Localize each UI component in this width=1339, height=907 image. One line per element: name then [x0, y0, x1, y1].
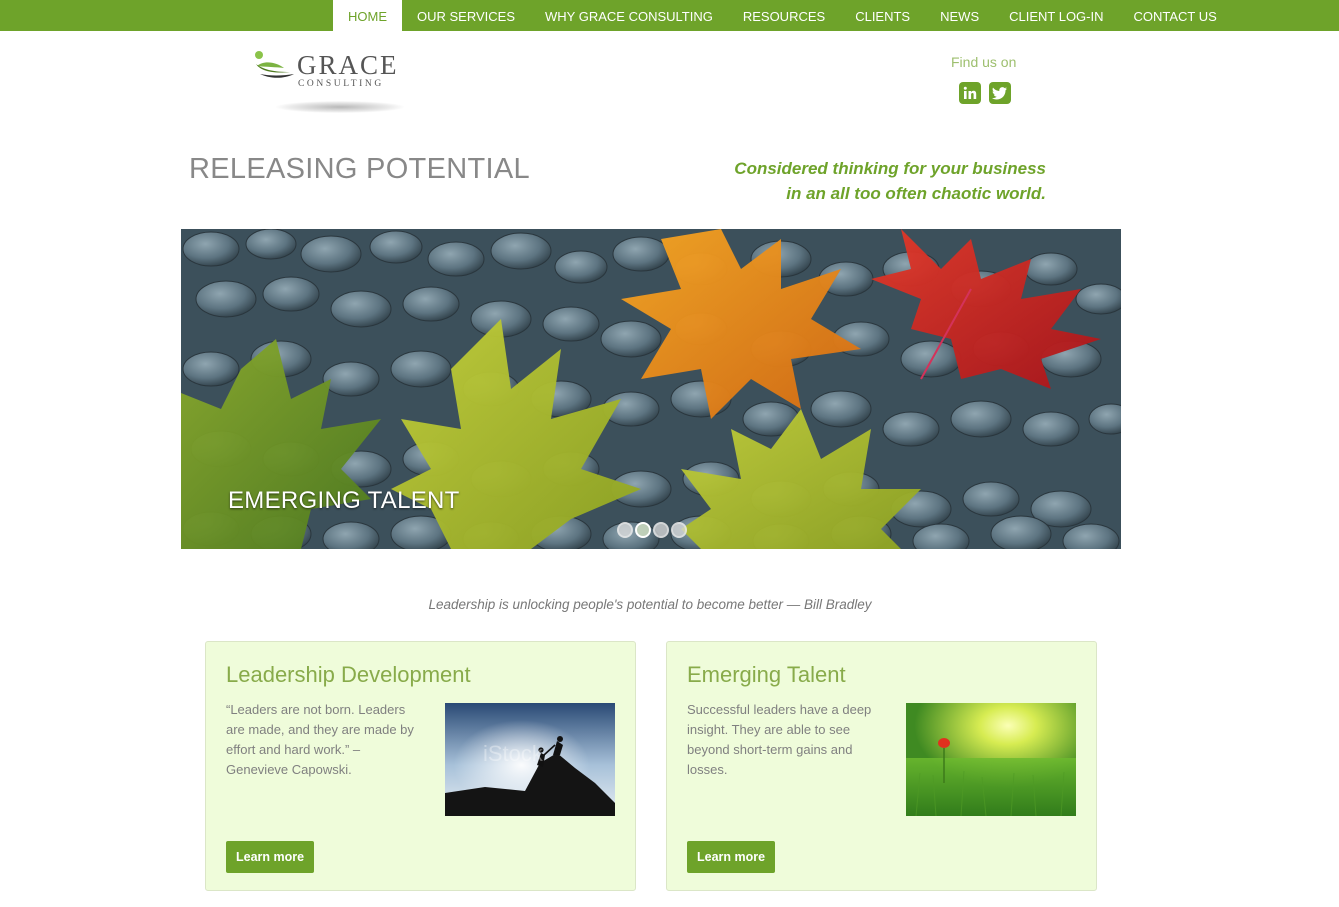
- card-image-poppy-field: [906, 703, 1076, 816]
- learn-more-button[interactable]: Learn more: [687, 841, 776, 873]
- tagline-line-2: in an all too often chaotic world.: [786, 184, 1046, 203]
- tagline: Considered thinking for your business in…: [734, 156, 1046, 206]
- nav-item-news[interactable]: NEWS: [925, 0, 994, 31]
- logo-shadow: [276, 101, 404, 113]
- page-headline: RELEASING POTENTIAL: [189, 153, 530, 185]
- nav-list: HOME OUR SERVICES WHY GRACE CONSULTING R…: [333, 0, 1232, 31]
- card-image-climbers: iStock: [445, 703, 615, 816]
- card-title: Emerging Talent: [687, 662, 846, 687]
- leaf-logo-icon: [255, 51, 294, 78]
- linkedin-icon[interactable]: [959, 82, 981, 104]
- slider-dot-3[interactable]: [653, 522, 669, 538]
- twitter-icon[interactable]: [989, 82, 1011, 104]
- slider-dots: [617, 522, 687, 538]
- find-us-label: Find us on: [951, 54, 1017, 70]
- card-title: Leadership Development: [226, 662, 471, 687]
- slider-dot-2[interactable]: [635, 522, 651, 538]
- top-nav: HOME OUR SERVICES WHY GRACE CONSULTING R…: [0, 0, 1339, 31]
- tagline-line-1: Considered thinking for your business: [734, 159, 1046, 178]
- logo-subtitle: CONSULTING: [298, 79, 384, 89]
- image-watermark: iStock: [483, 741, 544, 766]
- learn-more-button[interactable]: Learn more: [226, 841, 315, 873]
- site-logo[interactable]: GRACE CONSULTING: [254, 48, 414, 118]
- card-emerging-talent: Emerging Talent Successful leaders have …: [666, 641, 1097, 891]
- slider-dot-1[interactable]: [617, 522, 633, 538]
- nav-item-our-services[interactable]: OUR SERVICES: [402, 0, 530, 31]
- card-text: Successful leaders have a deep insight. …: [687, 702, 872, 777]
- slider-caption: EMERGING TALENT: [228, 487, 460, 514]
- nav-item-why-grace-consulting[interactable]: WHY GRACE CONSULTING: [530, 0, 728, 31]
- nav-item-home[interactable]: HOME: [333, 0, 402, 31]
- social-links: [959, 82, 1011, 104]
- card-leadership-development: Leadership Development “Leaders are not …: [205, 641, 636, 891]
- slider-dot-4[interactable]: [671, 522, 687, 538]
- logo-wordmark: GRACE: [297, 50, 399, 80]
- nav-item-contact-us[interactable]: CONTACT US: [1119, 0, 1232, 31]
- quote-text: Leadership is unlocking people's potenti…: [428, 597, 872, 612]
- nav-item-resources[interactable]: RESOURCES: [728, 0, 840, 31]
- nav-item-clients[interactable]: CLIENTS: [840, 0, 925, 31]
- card-text: “Leaders are not born. Leaders are made,…: [226, 702, 414, 777]
- hero-slider[interactable]: EMERGING TALENT: [181, 229, 1121, 549]
- nav-item-client-log-in[interactable]: CLIENT LOG-IN: [994, 0, 1118, 31]
